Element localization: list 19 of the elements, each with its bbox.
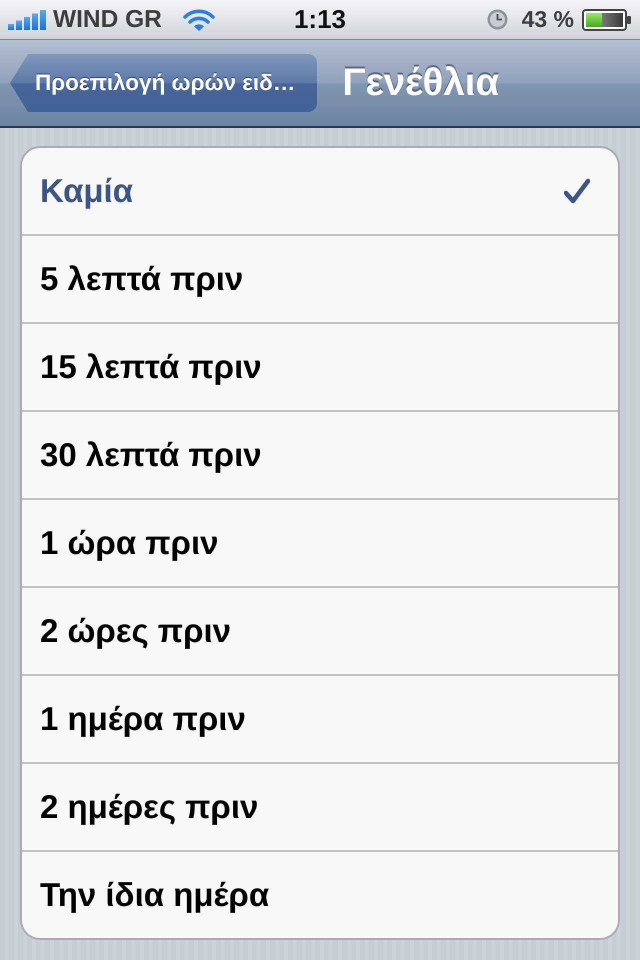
option-row[interactable]: 30 λεπτά πριν bbox=[22, 412, 618, 500]
carrier-name: WIND GR bbox=[53, 6, 162, 34]
option-row[interactable]: 2 ημέρες πριν bbox=[22, 764, 618, 852]
nav-title: Γενέθλια bbox=[342, 61, 500, 105]
option-row[interactable]: 15 λεπτά πριν bbox=[22, 324, 618, 412]
clock-time: 1:13 bbox=[294, 4, 346, 35]
battery-icon bbox=[582, 8, 632, 30]
option-row[interactable]: 1 ημέρα πριν bbox=[22, 676, 618, 764]
option-row[interactable]: 1 ώρα πριν bbox=[22, 500, 618, 588]
checkmark-icon bbox=[564, 178, 590, 204]
back-button[interactable]: Προεπιλογή ωρών ειδ… bbox=[10, 54, 318, 112]
option-row[interactable]: Καμία bbox=[22, 148, 618, 236]
signal-icon bbox=[8, 10, 46, 30]
wifi-icon bbox=[182, 8, 215, 32]
option-row[interactable]: 5 λεπτά πριν bbox=[22, 236, 618, 324]
battery-percent: 43 % bbox=[522, 6, 574, 33]
option-row[interactable]: 2 ώρες πριν bbox=[22, 588, 618, 676]
option-row[interactable]: Την ίδια ημέρα bbox=[22, 852, 618, 938]
clock-icon bbox=[486, 9, 508, 30]
